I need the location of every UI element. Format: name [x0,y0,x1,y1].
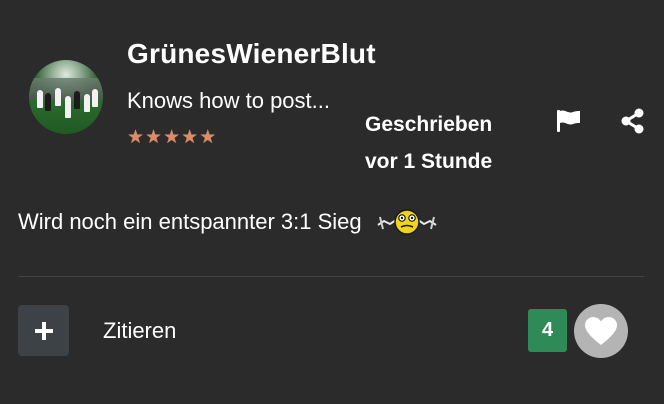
divider [18,276,644,277]
avatar-player [74,91,80,109]
post-timestamp[interactable]: Geschrieben vor 1 Stunde [365,106,492,180]
star-icon: ★ [181,127,199,148]
star-rating: ★ ★ ★ ★ ★ [127,127,216,149]
avatar-player [37,90,43,108]
posted-label: Geschrieben [365,113,493,136]
forum-post: GrünesWienerBlut Knows how to post... ★ … [0,0,664,404]
smiley-emoticon [377,209,437,235]
post-text: Wird noch ein entspannter 3:1 Sieg [18,209,362,234]
flag-icon[interactable] [554,108,582,134]
plus-button[interactable] [18,305,69,356]
like-count-badge: 4 [528,309,567,352]
avatar-player [84,94,90,112]
star-icon: ★ [127,127,145,148]
avatar-player [55,88,61,106]
avatar[interactable] [29,60,103,134]
share-icon[interactable] [620,108,646,134]
post-content: Wird noch ein entspannter 3:1 Sieg [18,205,442,239]
avatar-player [65,96,71,118]
quote-button[interactable]: Zitieren [103,318,176,344]
heart-icon [585,317,617,345]
user-rank: Knows how to post... [127,88,330,113]
star-icon: ★ [199,127,217,148]
star-icon: ★ [163,127,181,148]
plus-icon [34,321,53,340]
username[interactable]: GrünesWienerBlut [127,38,376,70]
star-icon: ★ [145,127,163,148]
avatar-player [92,89,98,107]
posted-time: vor 1 Stunde [365,150,493,173]
like-button[interactable] [574,304,628,358]
avatar-player [45,93,51,111]
